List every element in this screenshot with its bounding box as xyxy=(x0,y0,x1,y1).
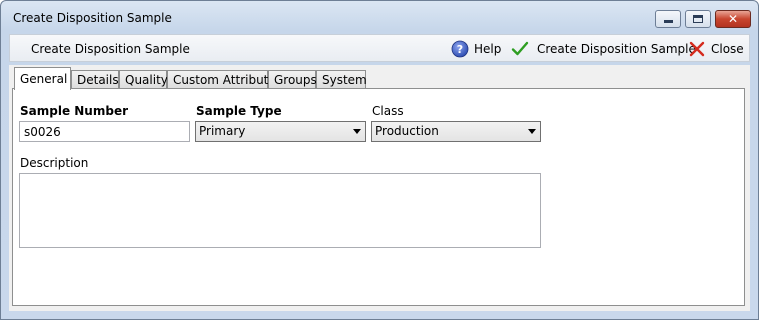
create-label: Create Disposition Sample xyxy=(537,42,696,56)
toolbar: Create Disposition Sample ? Help Create … xyxy=(9,34,750,62)
checkmark-icon xyxy=(511,41,529,56)
chevron-down-icon xyxy=(353,129,361,134)
tab-quality[interactable]: Quality xyxy=(119,70,168,89)
content-area: General Details Quality Custom Attribute… xyxy=(9,65,750,311)
tab-groups[interactable]: Groups xyxy=(268,70,317,89)
class-value: Production xyxy=(375,124,439,138)
window-close-button[interactable]: ✕ xyxy=(715,10,751,28)
tab-custom-attributes[interactable]: Custom Attributes xyxy=(167,70,282,89)
tab-general[interactable]: General xyxy=(14,67,71,90)
svg-text:?: ? xyxy=(457,43,463,56)
red-x-icon xyxy=(689,41,705,57)
close-label: Close xyxy=(711,42,744,56)
minimize-button[interactable] xyxy=(655,10,681,28)
tab-details[interactable]: Details xyxy=(71,70,119,89)
general-tab-panel: Sample Number Sample Type Primary Class … xyxy=(12,88,745,306)
class-dropdown[interactable]: Production xyxy=(371,121,541,142)
help-circle-icon: ? xyxy=(451,40,469,58)
close-icon: ✕ xyxy=(727,12,739,26)
maximize-icon xyxy=(693,15,703,23)
chevron-down-icon xyxy=(528,129,536,134)
class-label: Class xyxy=(372,104,404,118)
minimize-icon xyxy=(664,20,673,23)
maximize-button[interactable] xyxy=(685,10,711,28)
sample-number-label: Sample Number xyxy=(20,104,128,118)
sample-type-value: Primary xyxy=(199,124,246,138)
help-label: Help xyxy=(474,42,502,56)
dialog-window: Create Disposition Sample ✕ Create Dispo… xyxy=(0,0,759,320)
sample-number-input[interactable] xyxy=(19,121,190,142)
toolbar-title: Create Disposition Sample xyxy=(31,42,190,56)
sample-type-label: Sample Type xyxy=(196,104,282,118)
window-title: Create Disposition Sample xyxy=(13,11,172,25)
description-textarea[interactable] xyxy=(19,173,541,248)
description-label: Description xyxy=(20,156,89,170)
sample-type-dropdown[interactable]: Primary xyxy=(195,121,366,142)
tab-system[interactable]: System xyxy=(316,70,367,89)
title-bar[interactable]: Create Disposition Sample ✕ xyxy=(1,1,758,33)
